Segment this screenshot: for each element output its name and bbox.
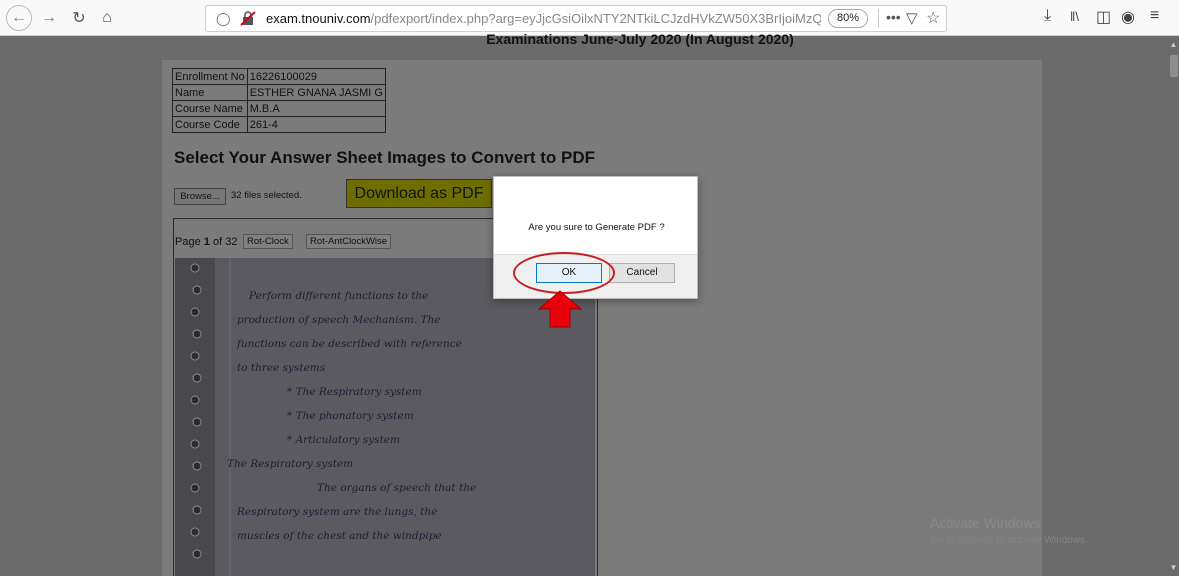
reload-icon[interactable]: ↻ xyxy=(66,5,92,31)
page-of: of xyxy=(212,236,223,248)
address-bar[interactable]: ◯ exam.tnouniv.com/pdfexport/index.php?a… xyxy=(205,5,947,32)
highlight-ellipse xyxy=(513,252,615,294)
info-value: 261-4 xyxy=(246,116,386,133)
info-label: Enrollment No xyxy=(172,68,248,85)
info-label: Course Code xyxy=(172,116,248,133)
rotate-clockwise-button[interactable]: Rot-Clock xyxy=(243,234,293,249)
sheet-line: * The phonatory system xyxy=(287,410,414,422)
sheet-line: to three systems xyxy=(237,362,326,374)
table-row: Enrollment No 16226100029 xyxy=(172,68,386,85)
section-title: Select Your Answer Sheet Images to Conve… xyxy=(174,148,596,167)
home-icon[interactable]: ⌂ xyxy=(94,5,120,31)
urlbar-divider xyxy=(878,9,879,28)
sheet-line: functions can be described with referenc… xyxy=(237,338,462,350)
info-value: 16226100029 xyxy=(246,68,386,85)
page-current: 1 xyxy=(203,236,210,248)
pocket-icon[interactable]: ▽ xyxy=(906,9,918,27)
table-row: Course Name M.B.A xyxy=(172,100,386,117)
page-actions-icon[interactable]: ••• xyxy=(886,9,901,25)
table-row: Course Code 261-4 xyxy=(172,116,386,133)
answer-sheet-image: Perform different functions to the produ… xyxy=(175,258,595,576)
activate-windows-title: Activate Windows xyxy=(930,515,1041,531)
sheet-line: Respiratory system are the lungs, the xyxy=(237,506,438,518)
menu-icon[interactable]: ≡ xyxy=(1150,7,1159,25)
page-heading: Examinations June-July 2020 (In August 2… xyxy=(486,31,794,47)
tracking-shield-icon[interactable]: ◯ xyxy=(216,11,231,27)
url-text[interactable]: exam.tnouniv.com/pdfexport/index.php?arg… xyxy=(266,11,821,26)
downloads-icon[interactable]: ⤓ xyxy=(1044,7,1051,25)
account-icon[interactable]: ◉ xyxy=(1121,7,1135,27)
info-value: M.B.A xyxy=(246,100,386,117)
student-info-table: Enrollment No 16226100029 Name ESTHER GN… xyxy=(172,68,386,133)
vertical-scrollbar[interactable] xyxy=(1168,37,1179,576)
activate-windows-subtitle: Go to Settings to activate Windows. xyxy=(930,535,1088,546)
cancel-button[interactable]: Cancel xyxy=(609,263,675,283)
page-total: 32 xyxy=(225,236,238,248)
info-label: Course Name xyxy=(172,100,248,117)
info-label: Name xyxy=(172,84,248,101)
bookmark-star-icon[interactable]: ☆ xyxy=(926,8,940,28)
library-icon[interactable]: ‖\ xyxy=(1070,9,1079,24)
info-value: ESTHER GNANA JASMI G xyxy=(246,84,386,101)
scroll-down-arrow-icon[interactable]: ▼ xyxy=(1168,563,1179,573)
sheet-line: * The Respiratory system xyxy=(287,386,422,398)
zoom-level-badge[interactable]: 80% xyxy=(828,9,869,28)
scroll-up-arrow-icon[interactable]: ▲ xyxy=(1168,40,1179,50)
sheet-line: The Respiratory system xyxy=(227,458,354,470)
page-indicator: Page 1 of 32 xyxy=(175,236,237,248)
back-arrow-icon[interactable]: ← xyxy=(6,5,32,31)
forward-arrow-icon[interactable]: → xyxy=(36,5,62,31)
browse-button[interactable]: Browse... xyxy=(174,188,226,205)
sidebar-icon[interactable]: ◫ xyxy=(1096,7,1111,27)
scrollbar-thumb[interactable] xyxy=(1170,55,1178,77)
files-selected-text: 32 files selected. xyxy=(231,190,302,201)
table-row: Name ESTHER GNANA JASMI G xyxy=(172,84,386,101)
insecure-lock-icon[interactable] xyxy=(240,10,256,26)
red-up-arrow-icon xyxy=(538,290,582,328)
sheet-line: production of speech Mechanism. The xyxy=(237,314,441,326)
download-pdf-button[interactable]: Download as PDF xyxy=(346,179,492,208)
rotate-anticlockwise-button[interactable]: Rot-AntClockWise xyxy=(306,234,392,249)
handwritten-text: Perform different functions to the produ… xyxy=(227,284,587,548)
page-prefix: Page xyxy=(175,236,201,248)
sheet-line: muscles of the chest and the windpipe xyxy=(237,530,442,542)
dialog-message: Are you sure to Generate PDF ? xyxy=(528,222,665,233)
sheet-line: * Articulatory system xyxy=(287,434,400,446)
sheet-line: The organs of speech that the xyxy=(317,482,477,494)
